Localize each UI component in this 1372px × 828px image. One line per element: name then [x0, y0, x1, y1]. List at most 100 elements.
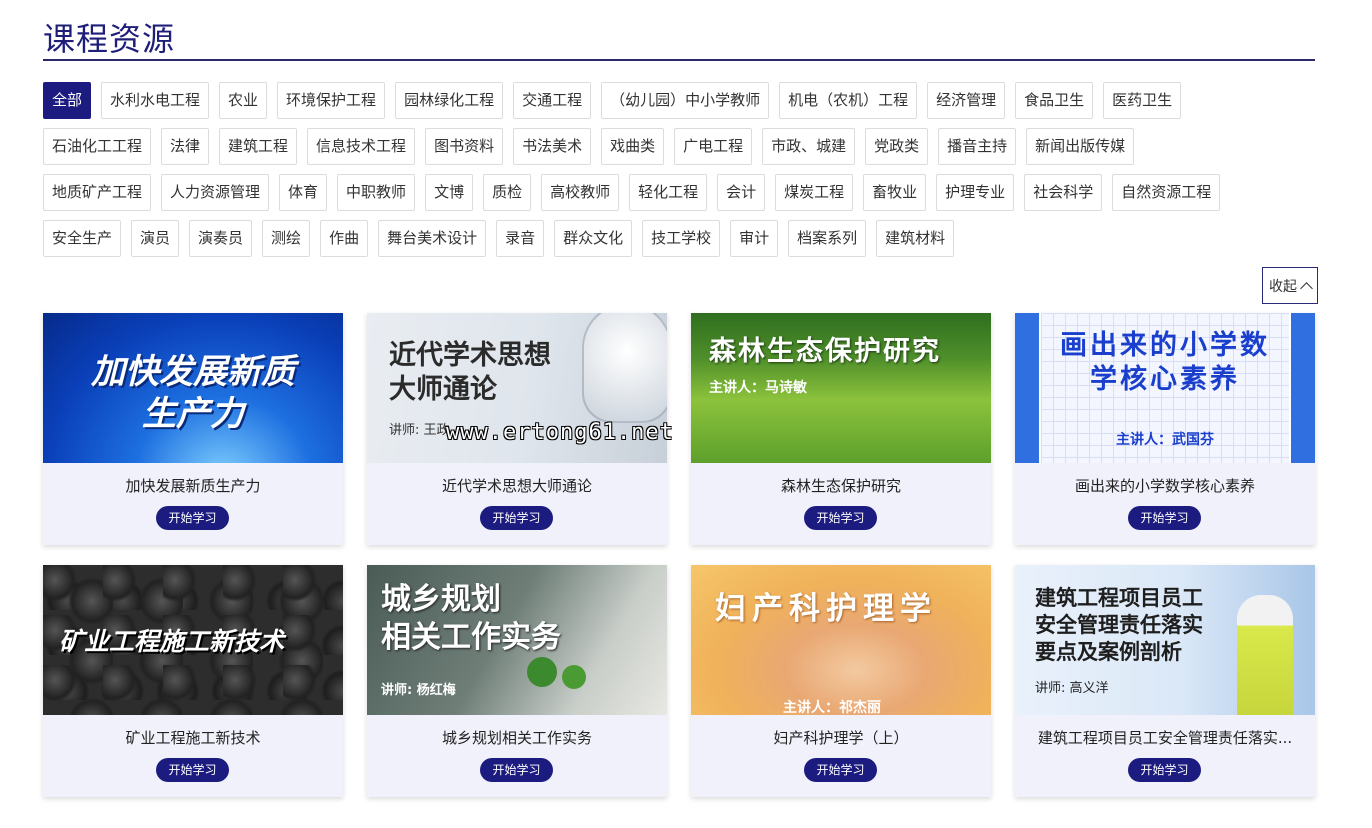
thumbnail-lecturer: 主讲人：武国芬	[1116, 432, 1214, 448]
filter-tag[interactable]: 安全生产	[43, 220, 122, 257]
filter-tag[interactable]: 文博	[425, 174, 474, 211]
tree-shape	[527, 657, 557, 687]
thumbnail-lecturer: 讲师: 杨红梅	[381, 683, 456, 698]
course-card[interactable]: 加快发展新质 生产力 加快发展新质生产力 开始学习	[43, 313, 343, 545]
filter-tag[interactable]: 作曲	[320, 220, 369, 257]
filter-tag[interactable]: 广电工程	[674, 128, 753, 165]
filter-tag[interactable]: 体育	[279, 174, 328, 211]
course-title: 画出来的小学数学核心素养	[1074, 477, 1255, 495]
start-learning-button[interactable]: 开始学习	[156, 758, 229, 782]
collapse-label: 收起	[1269, 278, 1297, 295]
course-thumbnail: 森林生态保护研究 主讲人：马诗敏	[691, 313, 991, 463]
bulb-shape	[582, 313, 667, 423]
chevron-up-icon	[1300, 281, 1313, 295]
filter-tag[interactable]: 自然资源工程	[1112, 174, 1221, 211]
filter-tag[interactable]: 轻化工程	[629, 174, 708, 211]
thumbnail-headline: 加快发展新质 生产力	[91, 352, 295, 434]
filter-tag[interactable]: 煤炭工程	[775, 174, 854, 211]
thumbnail-headline: 森林生态保护研究	[709, 336, 941, 367]
thumbnail-lecturer: 主讲人：马诗敏	[709, 380, 807, 396]
tree-shape	[562, 665, 586, 689]
filter-tag[interactable]: 演员	[131, 220, 180, 257]
filter-tag[interactable]: 中职教师	[337, 174, 416, 211]
filter-tag[interactable]: 高校教师	[541, 174, 620, 211]
filter-tag[interactable]: 舞台美术设计	[378, 220, 487, 257]
filter-row: 石油化工工程 法律 建筑工程 信息技术工程 图书资料 书法美术 戏曲类 广电工程 市政、城建 党政…	[43, 128, 1333, 174]
start-learning-button[interactable]: 开始学习	[480, 506, 553, 530]
filter-tag[interactable]: 戏曲类	[601, 128, 665, 165]
start-learning-button[interactable]: 开始学习	[156, 506, 229, 530]
filter-tag[interactable]: （幼儿园）中小学教师	[601, 82, 770, 119]
filter-tag[interactable]: 群众文化	[554, 220, 633, 257]
category-filters: 全部 水利水电工程 农业 环境保护工程 园林绿化工程 交通工程 （幼儿园）中小学教师 机电（农…	[43, 82, 1333, 266]
filter-tag[interactable]: 园林绿化工程	[395, 82, 504, 119]
course-thumbnail: 建筑工程项目员工 安全管理责任落实 要点及案例剖析 讲师: 高义洋	[1015, 565, 1315, 715]
thumbnail-lecturer: 主讲人：祁杰丽	[783, 700, 881, 715]
thumbnail-headline: 妇产科护理学	[715, 591, 937, 627]
thumbnail-lecturer: 讲师: 王政	[389, 423, 450, 438]
course-title: 矿业工程施工新技术	[125, 729, 261, 747]
filter-tag[interactable]: 审计	[730, 220, 779, 257]
filter-tag[interactable]: 法律	[161, 128, 210, 165]
filter-tag[interactable]: 社会科学	[1024, 174, 1103, 211]
title-divider	[43, 59, 1315, 61]
filter-row: 全部 水利水电工程 农业 环境保护工程 园林绿化工程 交通工程 （幼儿园）中小学教师 机电（农…	[43, 82, 1333, 128]
course-card[interactable]: 矿业工程施工新技术 矿业工程施工新技术 开始学习	[43, 565, 343, 797]
filter-tag[interactable]: 农业	[219, 82, 268, 119]
course-title: 森林生态保护研究	[780, 477, 901, 495]
filter-tag[interactable]: 水利水电工程	[101, 82, 210, 119]
start-learning-button[interactable]: 开始学习	[1128, 758, 1201, 782]
filter-tag[interactable]: 医药卫生	[1103, 82, 1182, 119]
course-card[interactable]: 画出来的小学数 学核心素养 主讲人：武国芬 画出来的小学数学核心素养 开始学习	[1015, 313, 1315, 545]
filter-tag[interactable]: 图书资料	[425, 128, 504, 165]
filter-tag[interactable]: 质检	[483, 174, 532, 211]
course-title: 加快发展新质生产力	[125, 477, 261, 495]
filter-tag[interactable]: 演奏员	[189, 220, 253, 257]
filter-tag[interactable]: 建筑材料	[876, 220, 955, 257]
filter-tag[interactable]: 交通工程	[513, 82, 592, 119]
watermark: www.ertong61.net	[446, 420, 674, 445]
thumbnail-headline: 画出来的小学数 学核心素养	[1060, 330, 1270, 395]
filter-tag[interactable]: 建筑工程	[219, 128, 298, 165]
collapse-button[interactable]: 收起	[1262, 267, 1318, 304]
filter-tag[interactable]: 全部	[43, 82, 92, 119]
start-learning-button[interactable]: 开始学习	[1128, 506, 1201, 530]
filter-tag[interactable]: 机电（农机）工程	[779, 82, 918, 119]
filter-tag[interactable]: 护理专业	[936, 174, 1015, 211]
filter-tag[interactable]: 地质矿产工程	[43, 174, 152, 211]
filter-tag[interactable]: 播音主持	[938, 128, 1017, 165]
course-card[interactable]: 森林生态保护研究 主讲人：马诗敏 森林生态保护研究 开始学习	[691, 313, 991, 545]
course-card[interactable]: 城乡规划 相关工作实务 讲师: 杨红梅 城乡规划相关工作实务 开始学习	[367, 565, 667, 797]
course-title: 建筑工程项目员工安全管理责任落实...	[1037, 729, 1293, 747]
filter-tag[interactable]: 食品卫生	[1015, 82, 1094, 119]
filter-tag[interactable]: 党政类	[865, 128, 929, 165]
filter-row: 地质矿产工程 人力资源管理 体育 中职教师 文博 质检 高校教师 轻化工程 会计 煤炭工程 畜牧业护…	[43, 174, 1333, 220]
filter-tag[interactable]: 经济管理	[927, 82, 1006, 119]
filter-tag[interactable]: 畜牧业	[863, 174, 927, 211]
start-learning-button[interactable]: 开始学习	[480, 758, 553, 782]
filter-tag[interactable]: 书法美术	[513, 128, 592, 165]
start-learning-button[interactable]: 开始学习	[804, 506, 877, 530]
filter-tag[interactable]: 档案系列	[788, 220, 867, 257]
filter-row: 安全生产 演员 演奏员 测绘 作曲 舞台美术设计 录音 群众文化 技工学校 审计 档案系列 建筑材料	[43, 220, 1333, 266]
course-thumbnail: 矿业工程施工新技术	[43, 565, 343, 715]
filter-tag[interactable]: 环境保护工程	[277, 82, 386, 119]
filter-tag[interactable]: 人力资源管理	[161, 174, 270, 211]
filter-tag[interactable]: 会计	[717, 174, 766, 211]
worker-figure	[1237, 595, 1293, 715]
thumbnail-headline: 城乡规划 相关工作实务	[381, 582, 561, 655]
filter-tag[interactable]: 测绘	[262, 220, 311, 257]
filter-tag[interactable]: 技工学校	[642, 220, 721, 257]
thumbnail-headline: 建筑工程项目员工 安全管理责任落实 要点及案例剖析	[1035, 586, 1203, 664]
course-card[interactable]: 建筑工程项目员工 安全管理责任落实 要点及案例剖析 讲师: 高义洋 建筑工程项目…	[1015, 565, 1315, 797]
course-thumbnail: 城乡规划 相关工作实务 讲师: 杨红梅	[367, 565, 667, 715]
filter-tag[interactable]: 市政、城建	[762, 128, 856, 165]
start-learning-button[interactable]: 开始学习	[804, 758, 877, 782]
course-thumbnail: 画出来的小学数 学核心素养 主讲人：武国芬	[1015, 313, 1315, 463]
filter-tag[interactable]: 新闻出版传媒	[1026, 128, 1135, 165]
filter-tag[interactable]: 录音	[496, 220, 545, 257]
course-card[interactable]: 妇产科护理学 主讲人：祁杰丽 妇产科护理学（上） 开始学习	[691, 565, 991, 797]
filter-tag[interactable]: 信息技术工程	[307, 128, 416, 165]
course-thumbnail: 妇产科护理学 主讲人：祁杰丽	[691, 565, 991, 715]
filter-tag[interactable]: 石油化工工程	[43, 128, 152, 165]
